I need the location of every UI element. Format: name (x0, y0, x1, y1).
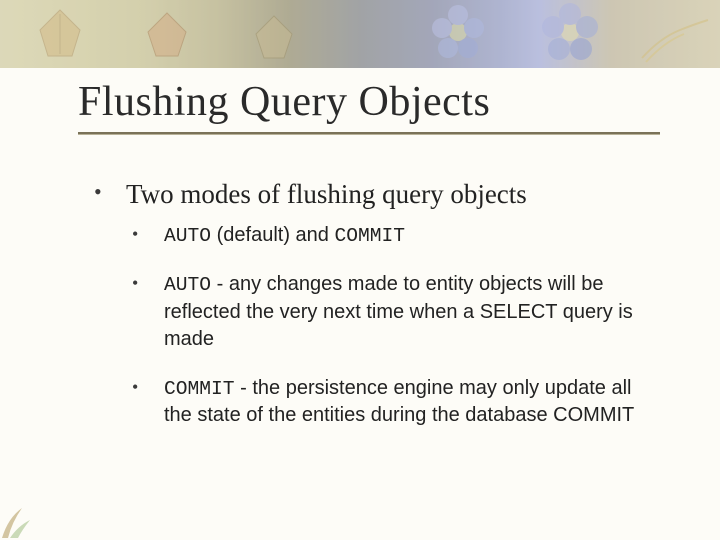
code-commit: COMMIT (164, 378, 235, 400)
code-commit: COMMIT (334, 225, 405, 247)
text-commit: - the persistence engine may only update… (164, 377, 634, 426)
bullet-auto: AUTO - any changes made to entity object… (126, 271, 650, 352)
wheat-icon (640, 18, 710, 64)
bullet-group-auto: AUTO - any changes made to entity object… (126, 271, 650, 352)
flower-icon (430, 4, 486, 60)
corner-leaf-icon (0, 498, 42, 540)
bullet-modes: AUTO (default) and COMMIT (126, 222, 650, 249)
leaf-icon (30, 6, 90, 64)
bullet-intro: Two modes of flushing query objects (90, 178, 650, 212)
flower-icon (540, 2, 600, 62)
page-title: Flushing Query Objects (78, 78, 660, 126)
code-auto: AUTO (164, 225, 211, 247)
leaf-icon (250, 14, 298, 62)
bullet-group-commit: COMMIT - the persistence engine may only… (126, 375, 650, 429)
title-block: Flushing Query Objects (78, 78, 660, 135)
text-auto: - any changes made to entity objects wil… (164, 273, 633, 349)
leaf-icon (140, 10, 194, 62)
bullet-commit: COMMIT - the persistence engine may only… (126, 375, 650, 429)
title-underline (78, 132, 660, 135)
sub-bullet-group: AUTO (default) and COMMIT (126, 222, 650, 249)
text-mid: (default) and (211, 224, 334, 246)
content-area: Two modes of flushing query objects AUTO… (90, 178, 650, 451)
code-auto: AUTO (164, 274, 211, 296)
decorative-banner (0, 0, 720, 68)
